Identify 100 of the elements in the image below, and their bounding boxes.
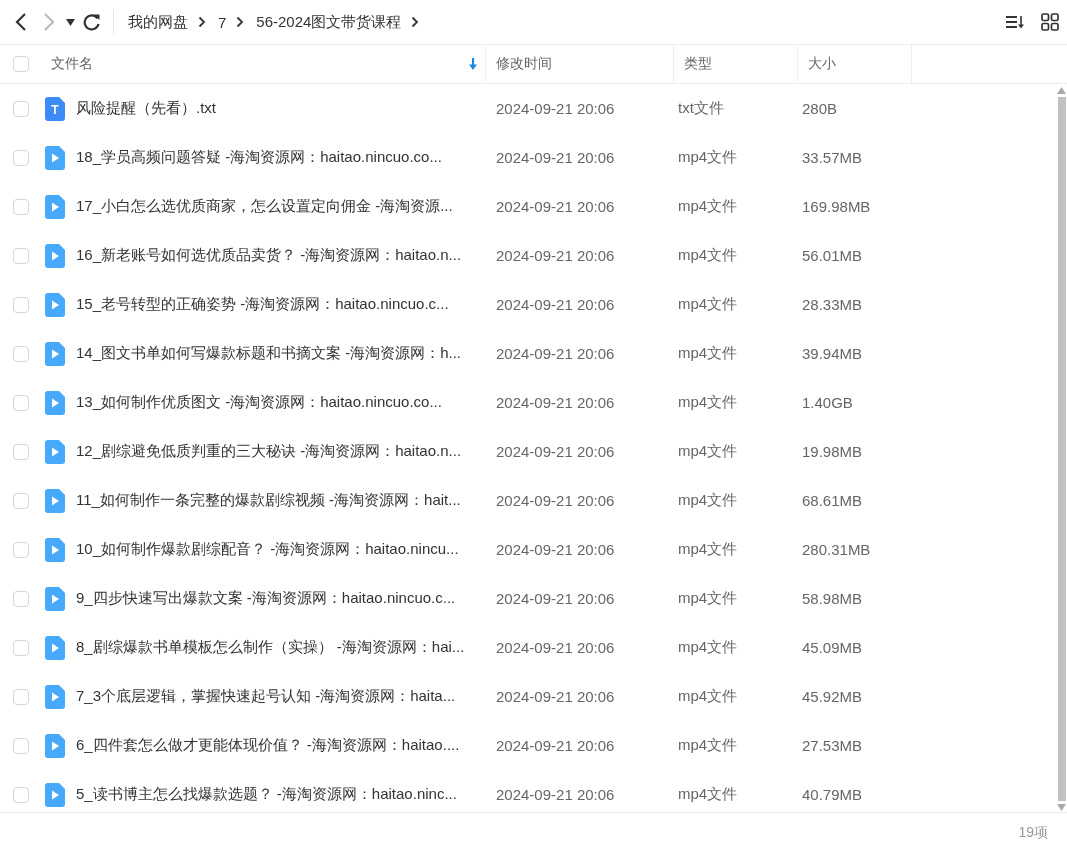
file-name[interactable]: 10_如何制作爆款剧综配音？ -海淘资源网：haitao.nincu... bbox=[76, 540, 459, 559]
item-count: 19项 bbox=[1018, 824, 1048, 842]
modified-time: 2024-09-21 20:06 bbox=[496, 541, 615, 558]
file-name[interactable]: 11_如何制作一条完整的爆款剧综视频 -海淘资源网：hait... bbox=[76, 491, 461, 510]
row-checkbox[interactable] bbox=[13, 492, 29, 509]
video-file-icon bbox=[45, 488, 65, 513]
video-file-icon bbox=[45, 635, 65, 660]
file-size: 40.79MB bbox=[802, 786, 863, 803]
file-size: 169.98MB bbox=[802, 198, 871, 215]
file-size: 39.94MB bbox=[802, 345, 863, 362]
file-name[interactable]: 13_如何制作优质图文 -海淘资源网：haitao.nincuo.co... bbox=[76, 393, 442, 412]
file-type: txt文件 bbox=[678, 99, 724, 116]
breadcrumb-link[interactable]: 我的网盘 bbox=[128, 12, 188, 32]
file-name[interactable]: 17_小白怎么选优质商家，怎么设置定向佣金 -海淘资源... bbox=[76, 197, 453, 216]
row-checkbox[interactable] bbox=[13, 443, 29, 460]
scroll-down-icon[interactable] bbox=[1057, 803, 1066, 812]
file-size: 45.09MB bbox=[802, 639, 863, 656]
file-name[interactable]: 风险提醒（先看）.txt bbox=[76, 99, 216, 118]
video-file-icon bbox=[45, 145, 65, 170]
modified-time: 2024-09-21 20:06 bbox=[496, 100, 615, 117]
modified-time: 2024-09-21 20:06 bbox=[496, 443, 615, 460]
modified-time: 2024-09-21 20:06 bbox=[496, 590, 615, 607]
refresh-button[interactable] bbox=[83, 13, 101, 31]
sort-list-icon[interactable] bbox=[1005, 14, 1025, 30]
row-checkbox[interactable] bbox=[13, 786, 29, 803]
file-size: 19.98MB bbox=[802, 443, 863, 460]
file-type: mp4文件 bbox=[678, 736, 738, 753]
back-button[interactable] bbox=[14, 12, 28, 32]
column-header[interactable]: 大小 bbox=[808, 55, 836, 73]
breadcrumb-link[interactable]: 56-2024图文带货课程 bbox=[256, 12, 402, 32]
file-type: mp4文件 bbox=[678, 295, 738, 312]
video-file-icon bbox=[45, 390, 65, 415]
modified-time: 2024-09-21 20:06 bbox=[496, 149, 615, 166]
modified-time: 2024-09-21 20:06 bbox=[496, 198, 615, 215]
chevron-right-icon bbox=[198, 16, 206, 28]
column-header[interactable]: 文件名 bbox=[51, 55, 93, 73]
file-size: 58.98MB bbox=[802, 590, 863, 607]
file-type: mp4文件 bbox=[678, 393, 738, 410]
row-checkbox[interactable] bbox=[13, 345, 29, 362]
file-name[interactable]: 15_老号转型的正确姿势 -海淘资源网：haitao.nincuo.c... bbox=[76, 295, 449, 314]
row-checkbox[interactable] bbox=[13, 541, 29, 558]
file-size: 28.33MB bbox=[802, 296, 863, 313]
modified-time: 2024-09-21 20:06 bbox=[496, 492, 615, 509]
column-header[interactable]: 类型 bbox=[684, 55, 712, 73]
file-name[interactable]: 9_四步快速写出爆款文案 -海淘资源网：haitao.nincuo.c... bbox=[76, 589, 456, 608]
chevron-right-icon bbox=[411, 16, 420, 28]
dropdown-button[interactable] bbox=[66, 18, 75, 26]
sort-arrow-icon[interactable] bbox=[469, 58, 477, 70]
file-size: 56.01MB bbox=[802, 247, 863, 264]
text-file-icon: T bbox=[45, 96, 65, 121]
row-checkbox[interactable] bbox=[13, 639, 29, 656]
file-type: mp4文件 bbox=[678, 785, 738, 802]
video-file-icon bbox=[45, 782, 65, 807]
grid-view-icon[interactable] bbox=[1041, 13, 1059, 31]
row-checkbox[interactable] bbox=[13, 100, 29, 117]
file-type: mp4文件 bbox=[678, 148, 738, 165]
file-name[interactable]: 7_3个底层逻辑，掌握快速起号认知 -海淘资源网：haita... bbox=[76, 687, 456, 706]
file-name[interactable]: 6_四件套怎么做才更能体现价值？ -海淘资源网：haitao.... bbox=[76, 736, 460, 755]
row-checkbox[interactable] bbox=[13, 149, 29, 166]
file-name[interactable]: 14_图文书单如何写爆款标题和书摘文案 -海淘资源网：h... bbox=[76, 344, 462, 363]
modified-time: 2024-09-21 20:06 bbox=[496, 247, 615, 264]
file-type: mp4文件 bbox=[678, 589, 738, 606]
file-name[interactable]: 5_读书博主怎么找爆款选题？ -海淘资源网：haitao.ninc... bbox=[76, 785, 457, 804]
scroll-up-icon[interactable] bbox=[1057, 86, 1066, 95]
row-checkbox[interactable] bbox=[13, 688, 29, 705]
video-file-icon bbox=[45, 586, 65, 611]
video-file-icon bbox=[45, 194, 65, 219]
file-type: mp4文件 bbox=[678, 638, 738, 655]
modified-time: 2024-09-21 20:06 bbox=[496, 688, 615, 705]
modified-time: 2024-09-21 20:06 bbox=[496, 394, 615, 411]
row-checkbox[interactable] bbox=[13, 247, 29, 264]
modified-time: 2024-09-21 20:06 bbox=[496, 345, 615, 362]
file-size: 280.31MB bbox=[802, 541, 871, 558]
video-file-icon bbox=[45, 733, 65, 758]
file-size: 280B bbox=[802, 100, 838, 117]
file-name[interactable]: 8_剧综爆款书单模板怎么制作（实操） -海淘资源网：hai... bbox=[76, 638, 465, 657]
select-all-checkbox[interactable] bbox=[13, 56, 29, 72]
video-file-icon bbox=[45, 341, 65, 366]
row-checkbox[interactable] bbox=[13, 590, 29, 607]
file-name[interactable]: 12_剧综避免低质判重的三大秘诀 -海淘资源网：haitao.n... bbox=[76, 442, 462, 461]
file-name[interactable]: 16_新老账号如何选优质品卖货？ -海淘资源网：haitao.n... bbox=[76, 246, 462, 265]
file-type: mp4文件 bbox=[678, 197, 738, 214]
row-checkbox[interactable] bbox=[13, 737, 29, 754]
file-type: mp4文件 bbox=[678, 246, 738, 263]
scrollbar[interactable] bbox=[1057, 84, 1066, 812]
row-checkbox[interactable] bbox=[13, 296, 29, 313]
column-header[interactable]: 修改时间 bbox=[496, 55, 552, 73]
video-file-icon bbox=[45, 684, 65, 709]
modified-time: 2024-09-21 20:06 bbox=[496, 639, 615, 656]
file-size: 27.53MB bbox=[802, 737, 863, 754]
row-checkbox[interactable] bbox=[13, 198, 29, 215]
file-name[interactable]: 18_学员高频问题答疑 -海淘资源网：haitao.nincuo.co... bbox=[76, 148, 442, 167]
modified-time: 2024-09-21 20:06 bbox=[496, 296, 615, 313]
video-file-icon bbox=[45, 243, 65, 268]
row-checkbox[interactable] bbox=[13, 394, 29, 411]
video-file-icon bbox=[45, 292, 65, 317]
file-size: 45.92MB bbox=[802, 688, 863, 705]
breadcrumb-link[interactable]: 7 bbox=[218, 13, 227, 31]
modified-time: 2024-09-21 20:06 bbox=[496, 737, 615, 754]
modified-time: 2024-09-21 20:06 bbox=[496, 786, 615, 803]
